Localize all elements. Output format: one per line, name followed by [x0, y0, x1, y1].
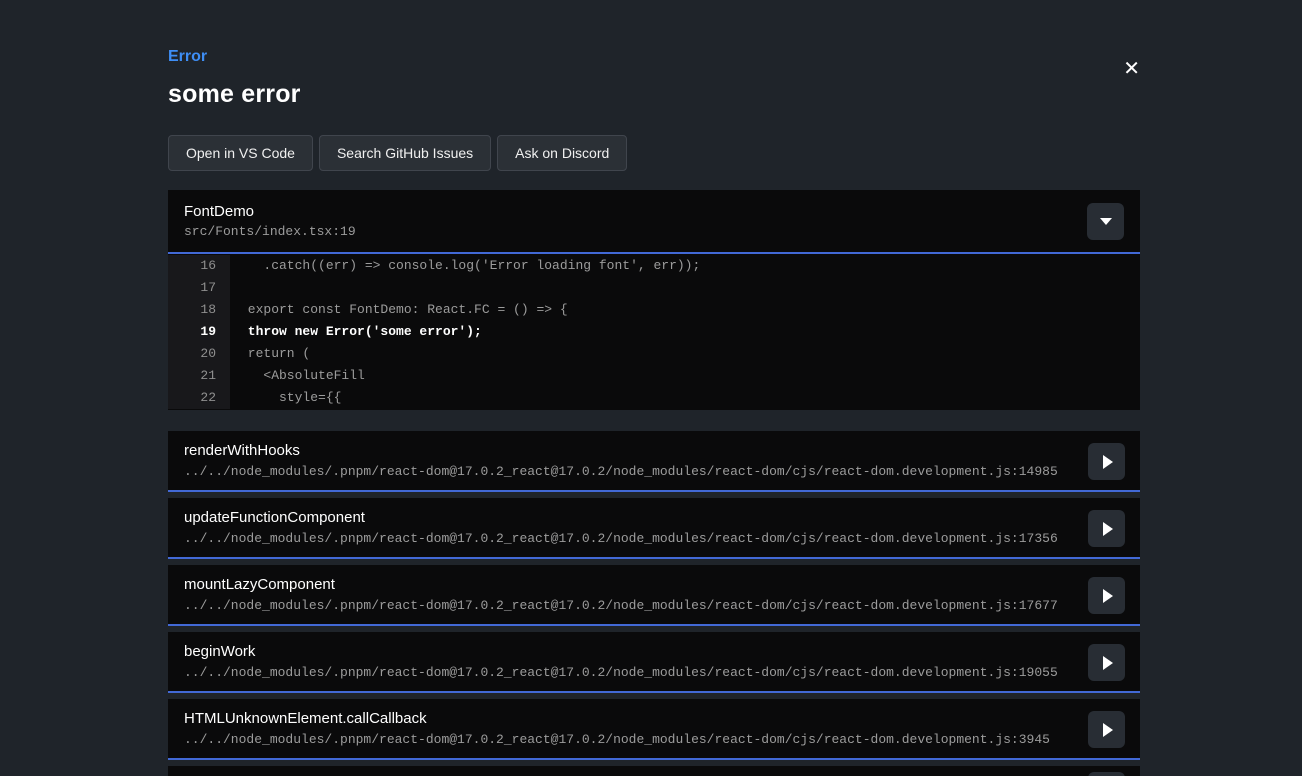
search-github-issues-button[interactable]: Search GitHub Issues: [319, 135, 491, 171]
code-line: 22 style={{: [168, 387, 1140, 409]
code-text: export const FontDemo: React.FC = () => …: [230, 299, 568, 321]
code-text: throw new Error('some error');: [230, 321, 482, 343]
frame-source-path: ../../node_modules/.pnpm/react-dom@17.0.…: [184, 598, 1070, 613]
play-icon: [1103, 723, 1113, 737]
line-number: 21: [168, 365, 230, 387]
play-icon: [1103, 589, 1113, 603]
expand-frame-button[interactable]: [1088, 711, 1125, 748]
expand-frame-button[interactable]: [1088, 772, 1125, 776]
code-line: 20 return (: [168, 343, 1140, 365]
ask-on-discord-button[interactable]: Ask on Discord: [497, 135, 627, 171]
expand-frame-button[interactable]: [1088, 577, 1125, 614]
code-line: 17: [168, 277, 1140, 299]
code-line: 21 <AbsoluteFill: [168, 365, 1140, 387]
open-in-vs-code-button[interactable]: Open in VS Code: [168, 135, 313, 171]
code-line: 16 .catch((err) => console.log('Error lo…: [168, 255, 1140, 277]
frame-function-name: HTMLUnknownElement.callCallback: [184, 710, 1070, 727]
code-text: .catch((err) => console.log('Error loadi…: [230, 255, 700, 277]
action-buttons: Open in VS Code Search GitHub Issues Ask…: [168, 135, 1140, 171]
stack-frame: HTMLUnknownElement.callCallback ../../no…: [168, 699, 1140, 760]
source-frame-panel: FontDemo src/Fonts/index.tsx:19 16 .catc…: [168, 190, 1140, 410]
frame-function-name: beginWork: [184, 643, 1070, 660]
expand-frame-button[interactable]: [1088, 443, 1125, 480]
frame-function-name: FontDemo: [184, 203, 356, 220]
line-number: 19: [168, 321, 230, 343]
code-line: 19 throw new Error('some error');: [168, 321, 1140, 343]
play-icon: [1103, 656, 1113, 670]
line-number: 18: [168, 299, 230, 321]
frame-function-name: mountLazyComponent: [184, 576, 1070, 593]
frame-source-path: ../../node_modules/.pnpm/react-dom@17.0.…: [184, 464, 1070, 479]
play-icon: [1103, 455, 1113, 469]
chevron-down-icon: [1100, 218, 1112, 225]
expand-frame-button[interactable]: [1088, 644, 1125, 681]
line-number: 16: [168, 255, 230, 277]
stack-frame: renderWithHooks ../../node_modules/.pnpm…: [168, 431, 1140, 492]
error-kind-label: Error: [168, 48, 1140, 66]
stack-frame: updateFunctionComponent ../../node_modul…: [168, 498, 1140, 559]
frame-function-name: updateFunctionComponent: [184, 509, 1070, 526]
stack-frame: beginWork ../../node_modules/.pnpm/react…: [168, 632, 1140, 693]
source-frame-header[interactable]: FontDemo src/Fonts/index.tsx:19: [168, 190, 1140, 254]
expand-frame-button[interactable]: [1088, 510, 1125, 547]
code-text: return (: [230, 343, 310, 365]
collapse-snippet-button[interactable]: [1087, 203, 1124, 240]
code-text: style={{: [230, 387, 341, 409]
play-icon: [1103, 522, 1113, 536]
line-number: 22: [168, 387, 230, 409]
stack-frame-partial: [168, 766, 1140, 776]
code-text: <AbsoluteFill: [230, 365, 365, 387]
frame-source-path: ../../node_modules/.pnpm/react-dom@17.0.…: [184, 665, 1070, 680]
frame-source-path: ../../node_modules/.pnpm/react-dom@17.0.…: [184, 531, 1070, 546]
line-number: 17: [168, 277, 230, 299]
frame-function-name: renderWithHooks: [184, 442, 1070, 459]
error-message: some error: [168, 80, 1140, 109]
error-overlay: Error some error Open in VS Code Search …: [168, 48, 1140, 776]
frame-source-path: ../../node_modules/.pnpm/react-dom@17.0.…: [184, 732, 1070, 747]
code-line: 18 export const FontDemo: React.FC = () …: [168, 299, 1140, 321]
code-text: [230, 277, 240, 299]
frame-source-location: src/Fonts/index.tsx:19: [184, 224, 356, 239]
stack-frame: mountLazyComponent ../../node_modules/.p…: [168, 565, 1140, 626]
code-snippet: 16 .catch((err) => console.log('Error lo…: [168, 254, 1140, 410]
line-number: 20: [168, 343, 230, 365]
stack-frame-list: renderWithHooks ../../node_modules/.pnpm…: [168, 431, 1140, 760]
